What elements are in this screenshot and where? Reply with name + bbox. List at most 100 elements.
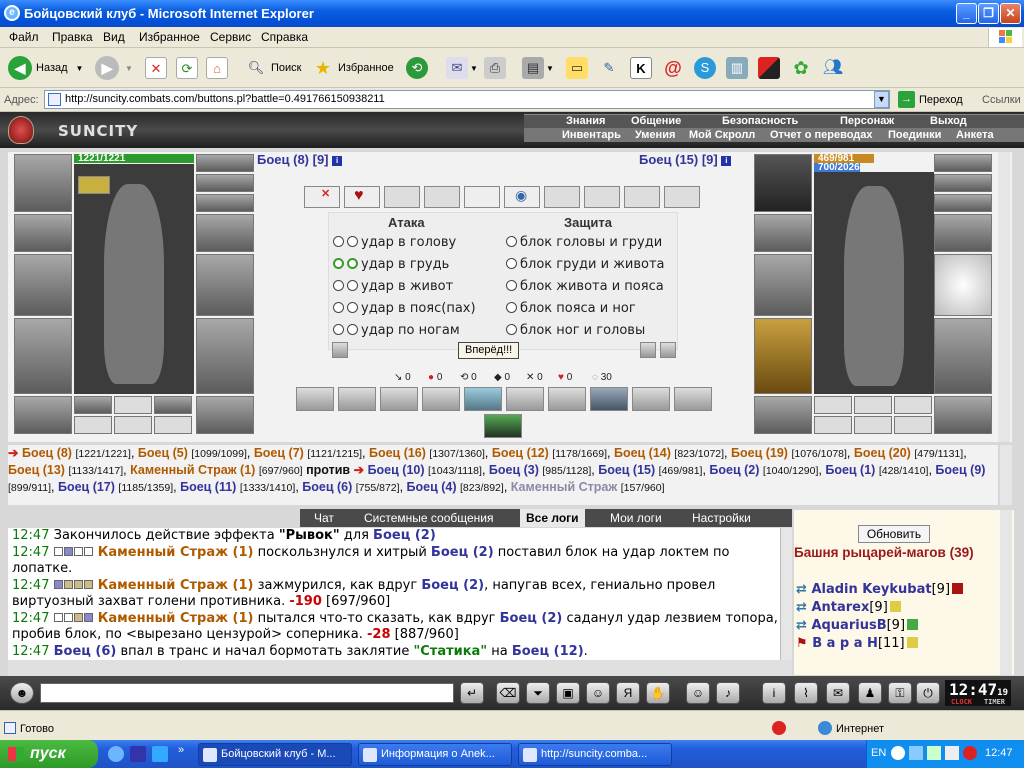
right-character-body[interactable] [814,172,934,394]
chat-icon[interactable]: ✉ [826,682,850,704]
enemy-ring-row-slot[interactable] [934,194,992,212]
close-button[interactable]: ✕ [1000,3,1021,24]
hand-icon[interactable]: ✋ [646,682,670,704]
boots-slot[interactable] [196,396,254,434]
dropdown-icon[interactable]: ▼ [125,64,133,73]
empty-slot[interactable] [114,416,152,434]
empty-slot[interactable] [154,416,192,434]
tab-settings[interactable]: Настройки [692,509,751,527]
dropdown-icon[interactable]: ▼ [76,64,84,73]
attack-head-option[interactable]: удар в голову [333,235,456,250]
task-info[interactable]: Информация о Anek... [358,743,512,766]
at-button[interactable]: @ [662,54,684,82]
skill-slot[interactable] [338,387,376,411]
skill-slot[interactable] [548,387,586,411]
task-suncity[interactable]: http://suncity.comba... [518,743,672,766]
fighters-scrollbar[interactable] [1000,445,1012,505]
icq-button[interactable]: ✿ [790,54,812,82]
k-button[interactable]: K [630,54,652,82]
nav-transfers[interactable]: Отчет о переводах [770,129,873,142]
ring-slot[interactable] [74,396,112,414]
ring-row-slot[interactable] [196,194,254,212]
fighter-name[interactable]: Боец (16) [369,446,426,460]
fighter-name[interactable]: Каменный Страж [511,480,617,494]
go-button[interactable]: → Переход [898,91,963,108]
fighter-name[interactable]: Боец (17) [58,480,115,494]
skill-slot[interactable] [380,387,418,411]
nav-profile[interactable]: Анкета [956,129,994,142]
attack-chest-option[interactable]: удар в грудь [333,257,449,272]
language-indicator[interactable]: EN [871,747,886,759]
scroll-slot-empty[interactable] [584,186,620,208]
scroll-slot-orb[interactable]: ◉ [504,186,540,208]
enemy-bracers-slot[interactable] [754,214,812,252]
skill-slot[interactable] [674,387,712,411]
pen-button[interactable]: ✎ [598,54,620,82]
empty-slot[interactable] [814,396,852,414]
room-user[interactable]: ⇄ Aladin Keykubat[9] [796,582,964,597]
empty-slot[interactable] [894,396,932,414]
refresh-button[interactable]: ⟳ [176,54,198,82]
effect-icon[interactable] [78,176,110,194]
scroll-slot-empty[interactable] [664,186,700,208]
fighter-name[interactable]: Боец (13) [8,463,65,477]
empty-slot[interactable] [814,416,852,434]
log-horizontal-scrollbar[interactable] [8,660,792,676]
skype-button[interactable]: S [694,54,716,82]
menu-view[interactable]: Вид [103,30,125,44]
skill-slot[interactable] [590,387,628,411]
fighter-name[interactable]: Каменный Страж (1) [130,463,255,477]
fighter-name[interactable]: Боец (11) [180,480,236,494]
search-button[interactable]: 🔍︎ Поиск [245,54,302,82]
gloves-slot[interactable] [196,214,254,252]
scroll-slot-empty[interactable] [384,186,420,208]
empty-slot[interactable] [894,416,932,434]
room-user[interactable]: ⚑ В а р а Н[11] [796,636,918,651]
tray-icon[interactable] [927,746,941,760]
skill-slot[interactable] [506,387,544,411]
minimize-button[interactable]: _ [956,3,977,24]
empty-slot[interactable] [854,416,892,434]
clear-icon[interactable]: ⌫ [496,682,520,704]
enemy-gloves-slot[interactable] [934,214,992,252]
quicklaunch-icon[interactable] [152,746,168,762]
enemy-amulet-slot[interactable] [934,174,992,192]
filter-icon[interactable]: ⏷ [526,682,550,704]
send-icon[interactable]: ↵ [460,682,484,704]
left-fighter-name[interactable]: Боец (8) [9] i [257,152,343,167]
scroll-slot-cancel[interactable]: ✕ [304,186,340,208]
nav-character[interactable]: Персонаж [840,115,894,128]
skill-slot[interactable] [296,387,334,411]
enemy-armor-slot[interactable] [754,318,812,394]
sound-icon[interactable]: ♪ [716,682,740,704]
task-fightclub[interactable]: Бойцовский клуб - M... [198,743,352,766]
address-input[interactable]: http://suncity.combats.com/buttons.pl?ba… [44,90,890,109]
attack-groin-option[interactable]: удар в пояс(пах) [333,301,476,316]
armor-slot[interactable] [14,318,72,394]
tab-all-logs[interactable]: Все логи [520,509,585,527]
left-character-body[interactable] [74,164,194,394]
enemy-belt-slot[interactable] [754,396,812,434]
fighter-name[interactable]: Боец (19) [731,446,788,460]
fighter-name[interactable]: Боец (1) [825,463,875,477]
earring-slot[interactable] [196,154,254,172]
info-button-icon[interactable]: i [762,682,786,704]
scroll-slot-empty[interactable] [544,186,580,208]
forward-button[interactable]: ▶ ▼ [95,54,133,82]
ring-slot[interactable] [154,396,192,414]
empty-slot[interactable] [114,396,152,414]
person-icon[interactable]: ☺ [586,682,610,704]
fighter-name[interactable]: Боец (3) [489,463,539,477]
fighter-name[interactable]: Боец (14) [614,446,671,460]
defense-option-5[interactable]: блок ног и головы [506,323,645,338]
empty-slot[interactable] [74,416,112,434]
skill-slot-special[interactable] [484,414,522,438]
menu-tools[interactable]: Сервис [210,30,251,44]
nav-skills[interactable]: Умения [635,129,675,142]
kaspersky-button[interactable] [758,54,780,82]
forward-attack-button[interactable]: Вперёд!!! [458,342,520,359]
scroll-slot-skill[interactable] [464,186,500,208]
exit-icon[interactable]: ⏻ [916,682,940,704]
notes-button[interactable]: ▭ [566,54,588,82]
menu-favorites[interactable]: Избранное [139,30,200,44]
